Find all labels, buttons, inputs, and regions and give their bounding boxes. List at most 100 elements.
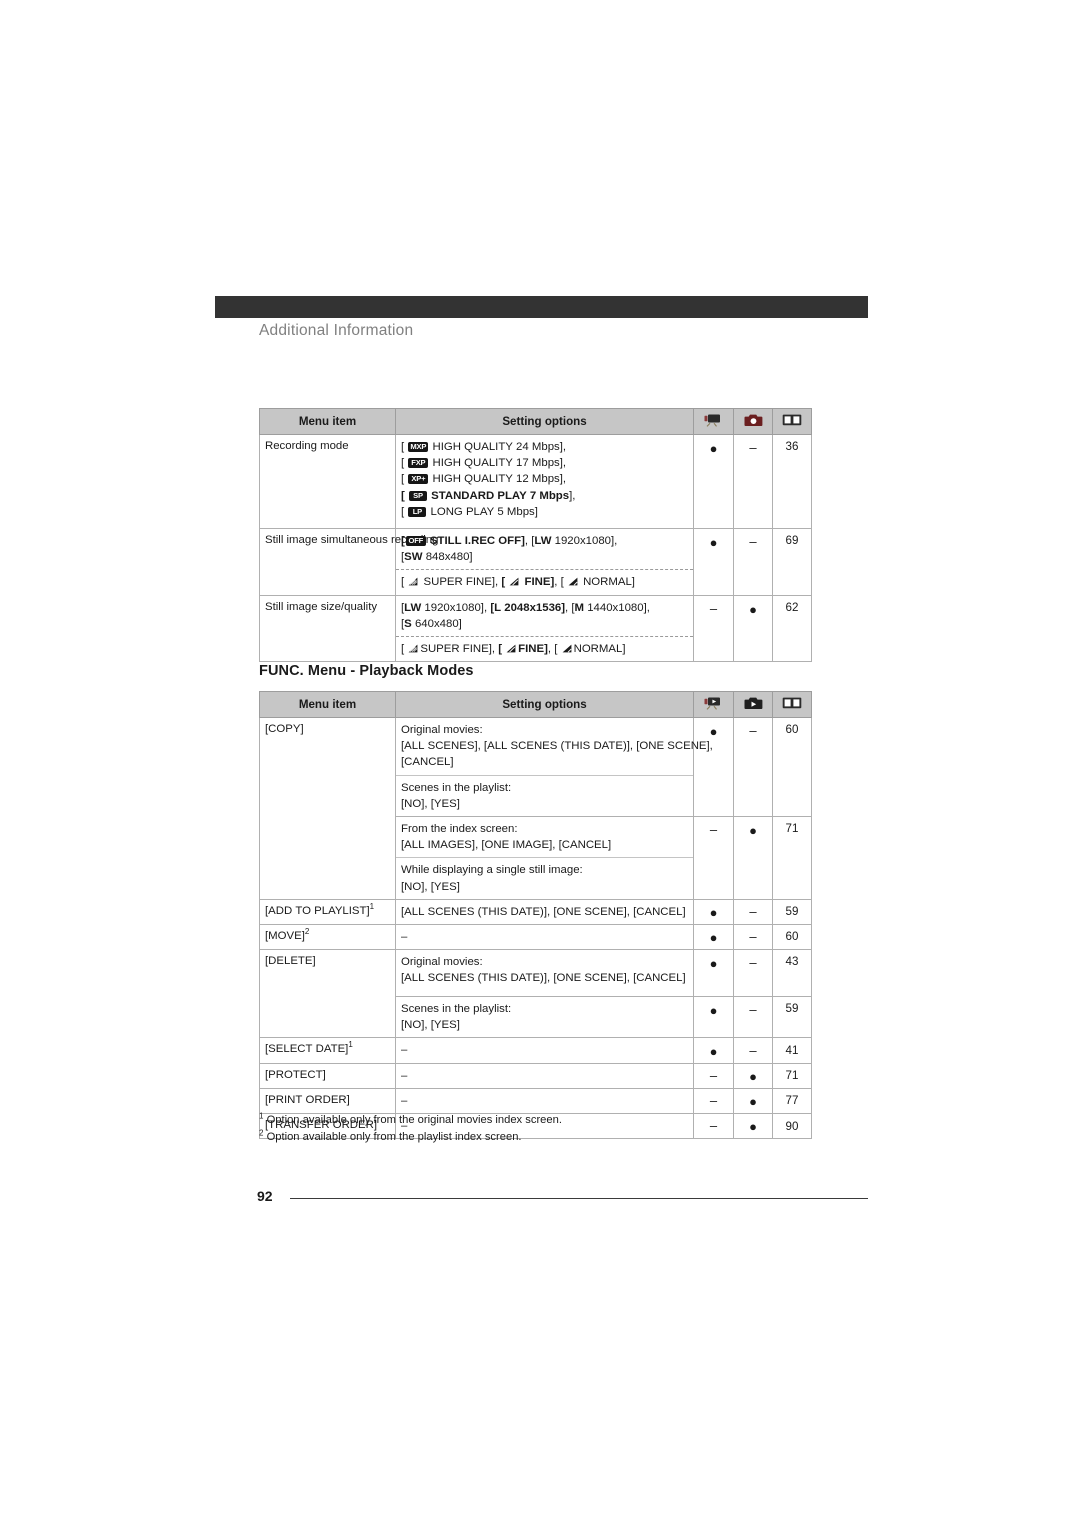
menu-item-cell: [PRINT ORDER] — [259, 1087, 396, 1115]
footnote-marker: 1 — [369, 901, 375, 911]
movie-mode-cell: ● — [693, 996, 734, 1039]
page-header-title: Additional Information — [259, 322, 414, 339]
setting-options-cell: Original movies: [ALL SCENES], [ALL SCENE… — [395, 717, 713, 817]
reference-page-cell: 41 — [772, 1037, 812, 1064]
open-book-icon — [782, 413, 802, 430]
mode-badge-sp: SP — [408, 490, 427, 501]
option-line: [NO], [YES] — [401, 880, 460, 893]
option-line: While displaying a single still image: — [401, 864, 583, 877]
footnote-marker: 1 — [348, 1040, 353, 1050]
quality-normal-icon — [562, 644, 572, 653]
table-header-row: Menu item Setting options — [259, 408, 812, 435]
setting-options-cell: – — [395, 1062, 694, 1089]
option-line: [OFF STILL I.REC OFF], [LW 1920x1080], — [401, 535, 618, 547]
movie-mode-cell: ● — [693, 528, 734, 596]
table-header-row: Menu item Setting options — [259, 691, 812, 718]
camera-playback-icon — [744, 696, 763, 713]
reference-page-cell: 71 — [772, 1062, 812, 1089]
table-row: [MOVE]2– ● –60 — [259, 923, 812, 951]
footnote-text: Option available only from the original … — [266, 1114, 562, 1126]
setting-options-cell: Original movies: [ALL SCENES (THIS DATE)]… — [395, 949, 694, 998]
photo-mode-cell: – — [733, 434, 773, 529]
menu-item-cell: [MOVE]2 — [259, 923, 396, 951]
reference-page-number: 59 — [785, 1002, 799, 1016]
table-row: [ADD TO PLAYLIST]1 [ALL SCENES (THIS DATE… — [259, 898, 812, 925]
camcorder-playback-icon — [703, 696, 724, 713]
available-dot: ● — [709, 724, 718, 739]
photo-mode-cell: ● — [733, 1062, 773, 1089]
option-line: [NO], [YES] — [401, 1019, 460, 1032]
page-number: 92 — [257, 1188, 273, 1204]
option-block: [ SUPER FINE], [ FINE], [ NORMAL] — [396, 635, 693, 661]
unavailable-dash: – — [709, 1092, 718, 1108]
menu-item-cell: Still image simultaneous recording — [259, 528, 438, 596]
menu-item-cell — [259, 816, 396, 900]
option-line: – — [401, 1094, 408, 1107]
column-header-photo-mode — [733, 408, 773, 435]
reference-page-number: 43 — [785, 955, 799, 969]
movie-mode-cell: ● — [693, 717, 734, 817]
quality-fine-icon — [506, 644, 516, 653]
available-dot: ● — [749, 1068, 757, 1084]
option-line: Scenes in the playlist: — [401, 1003, 512, 1016]
setting-options-cell: [ MXP HIGH QUALITY 24 Mbps], [ FXP HIGH Q… — [395, 434, 694, 529]
footnote-number: 1 — [259, 1111, 264, 1121]
menu-item-label: [PRINT ORDER] — [265, 1093, 350, 1106]
menu-item-label: Recording mode — [265, 440, 349, 452]
option-line: [CANCEL] — [401, 756, 454, 769]
setting-options-cell: – — [395, 1087, 694, 1115]
option-block: – — [396, 1064, 693, 1088]
option-block: [OFF STILL I.REC OFF], [LW 1920x1080], [S… — [396, 529, 693, 569]
column-header-menu-item: Menu item — [259, 691, 396, 718]
mode-badge-mxp: MXP — [408, 442, 429, 452]
manual-page: Additional Information Menu item Setting… — [0, 0, 1080, 1528]
quality-superfine-icon — [408, 644, 418, 653]
recording-settings-table: Menu item Setting options Recording mode… — [259, 408, 812, 663]
header-accent-bar — [215, 296, 868, 318]
available-dot: ● — [749, 601, 757, 617]
quality-fine-icon — [509, 577, 519, 586]
option-line: [ALL SCENES], [ALL SCENES (THIS DATE)], … — [401, 740, 713, 753]
menu-item-cell: [SELECT DATE]1 — [259, 1037, 396, 1064]
reference-page-number: 36 — [785, 440, 799, 453]
movie-mode-cell: ● — [693, 1037, 734, 1064]
movie-mode-cell: ● — [693, 949, 734, 998]
reference-page-cell: 69 — [772, 528, 812, 596]
available-dot: ● — [709, 1003, 718, 1019]
column-header-movie-playback-mode — [693, 691, 734, 718]
quality-normal-icon — [568, 577, 578, 586]
table-row: [PRINT ORDER] – – ● 77 — [259, 1087, 812, 1115]
movie-mode-cell: – — [693, 815, 734, 900]
photo-mode-cell: ● — [733, 594, 773, 663]
unavailable-dash: – — [749, 723, 757, 738]
table-row: Still image size/quality [LW 1920x1080], … — [259, 594, 812, 663]
mode-badge-off: OFF — [405, 536, 426, 546]
footnote: 1 Option available only from the origina… — [259, 1112, 819, 1129]
option-line: [ MXP HIGH QUALITY 24 Mbps], — [401, 441, 567, 453]
option-block: Scenes in the playlist: [NO], [YES] — [396, 774, 693, 816]
option-line: – — [401, 1044, 408, 1057]
setting-options-cell: From the index screen: [ALL IMAGES], [ONE… — [395, 815, 694, 900]
option-line: [S 640x480] — [401, 617, 462, 630]
playback-settings-table: Menu item Setting options [COPY] Origina… — [259, 691, 812, 1140]
reference-page-number: 62 — [785, 600, 799, 614]
option-line: [ SP STANDARD PLAY 7 Mbps], — [401, 489, 576, 502]
reference-page-number: 71 — [785, 821, 799, 835]
reference-page-number: 60 — [785, 723, 799, 736]
unavailable-dash: – — [709, 1067, 718, 1083]
reference-page-number: 69 — [785, 534, 799, 547]
option-line: [ SUPER FINE], [ FINE], [ NORMAL] — [401, 576, 635, 589]
setting-options-cell: – — [395, 1037, 694, 1064]
option-line: Scenes in the playlist: — [401, 781, 512, 794]
option-block: From the index screen: [ALL IMAGES], [ONE… — [396, 817, 693, 857]
photo-mode-cell: – — [733, 1037, 773, 1064]
menu-item-label: [COPY] — [265, 723, 304, 735]
available-dot: ● — [709, 956, 718, 972]
column-header-setting-options: Setting options — [395, 691, 694, 718]
reference-page-number: 71 — [785, 1069, 799, 1083]
menu-item-cell: [PROTECT] — [259, 1062, 396, 1089]
unavailable-dash: – — [749, 440, 757, 455]
footnote-number: 2 — [259, 1128, 264, 1138]
menu-item-cell — [259, 996, 396, 1039]
column-header-reference-page — [772, 691, 812, 718]
